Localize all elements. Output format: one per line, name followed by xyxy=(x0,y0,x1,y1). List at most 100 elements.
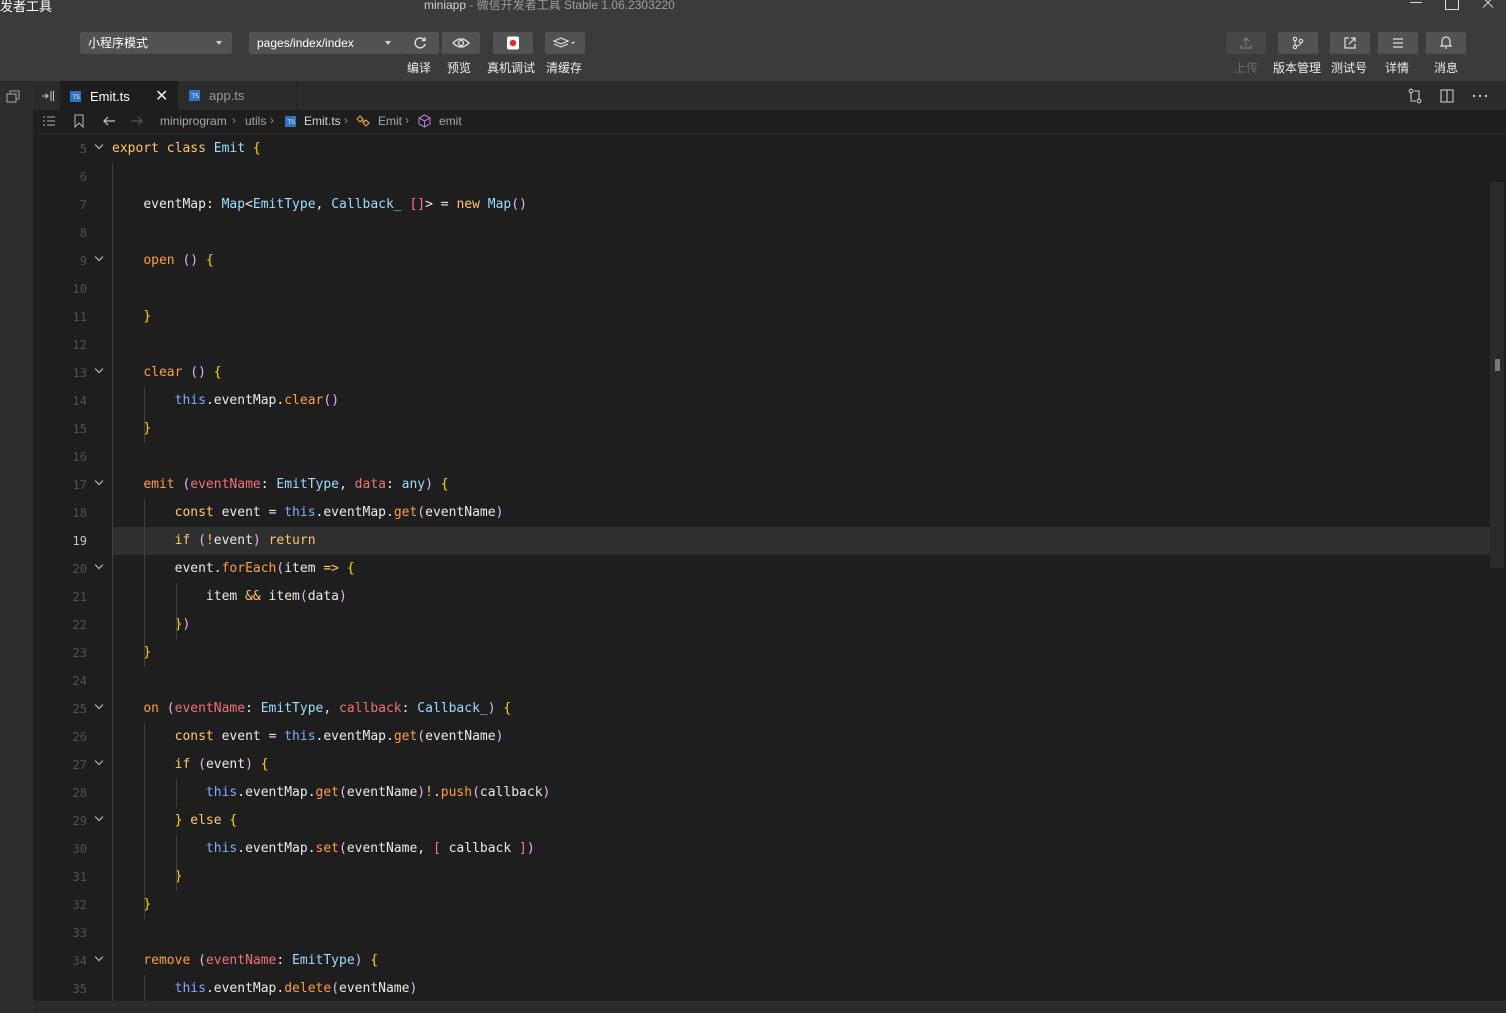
code-line[interactable]: export class Emit { xyxy=(112,135,1492,163)
fold-chevron-icon[interactable] xyxy=(95,814,103,822)
minimize-button[interactable] xyxy=(1406,0,1426,13)
chevron-right-icon: › xyxy=(405,113,409,127)
fold-chevron-icon[interactable] xyxy=(95,142,103,150)
close-icon[interactable]: ✕ xyxy=(155,82,168,111)
eye-icon xyxy=(452,38,470,48)
code-line[interactable]: this.eventMap.delete(eventName) xyxy=(112,975,1492,1001)
code-line[interactable]: const event = this.eventMap.get(eventNam… xyxy=(112,723,1492,751)
scroll-thumb[interactable] xyxy=(1495,359,1500,371)
code-line[interactable]: event.forEach(item => { xyxy=(112,555,1492,583)
code-line[interactable] xyxy=(112,443,1492,471)
details-button[interactable] xyxy=(1378,32,1418,54)
arrow-right-icon[interactable] xyxy=(130,115,144,127)
fold-chevron-icon[interactable] xyxy=(95,702,103,710)
code-line[interactable]: } xyxy=(112,415,1492,443)
messages-button[interactable] xyxy=(1426,32,1466,54)
fold-chevron-icon[interactable] xyxy=(95,562,103,570)
close-window-button[interactable] xyxy=(1478,0,1498,13)
code-editor[interactable]: 5 6 7 8 9 10 11 12 13 14 15 16 17 18 19 20 21 22 23 24 25 26 2… xyxy=(33,134,1506,1001)
code-line[interactable]: if (event) { xyxy=(112,751,1492,779)
code-line[interactable]: this.eventMap.get(eventName)!.push(callb… xyxy=(112,779,1492,807)
window-title: miniapp - 微信开发者工具 Stable 1.06.2303220 xyxy=(424,0,675,13)
bookmark-icon[interactable] xyxy=(73,114,85,128)
test-id-label: 测试号 xyxy=(1331,61,1368,75)
upload-label: 上传 xyxy=(1234,61,1259,75)
split-editor-icon[interactable] xyxy=(1440,89,1454,103)
code-line[interactable]: const event = this.eventMap.get(eventNam… xyxy=(112,499,1492,527)
upload-button[interactable] xyxy=(1226,32,1266,54)
method-icon xyxy=(418,114,431,128)
line-number: 13 xyxy=(72,366,87,380)
compile-button[interactable] xyxy=(401,32,439,54)
mode-select[interactable]: 小程序模式 xyxy=(80,32,232,54)
code-line[interactable]: if (!event) return xyxy=(112,527,1492,555)
code-line[interactable]: } xyxy=(112,639,1492,667)
line-number: 28 xyxy=(72,786,87,800)
code-line[interactable]: clear () { xyxy=(112,359,1492,387)
external-link-icon xyxy=(1344,37,1356,49)
preview-label: 预览 xyxy=(447,61,472,75)
tab-app-ts[interactable]: TS app.ts xyxy=(179,81,297,110)
line-number: 16 xyxy=(72,450,87,464)
messages-label: 消息 xyxy=(1434,61,1459,75)
breadcrumb-folder[interactable]: utils xyxy=(245,114,266,128)
fold-chevron-icon[interactable] xyxy=(95,478,103,486)
clear-cache-button[interactable] xyxy=(545,32,585,54)
code-line[interactable]: } xyxy=(112,891,1492,919)
line-number: 20 xyxy=(72,562,87,576)
fold-chevron-icon[interactable] xyxy=(95,758,103,766)
fold-chevron-icon[interactable] xyxy=(95,366,103,374)
breadcrumb-root[interactable]: miniprogram xyxy=(160,114,227,128)
code-line[interactable] xyxy=(112,331,1492,359)
bell-icon xyxy=(1439,36,1453,49)
code-line[interactable]: this.eventMap.set(eventName, [ callback … xyxy=(112,835,1492,863)
code-line[interactable]: on (eventName: EmitType, callback: Callb… xyxy=(112,695,1492,723)
code-line[interactable]: eventMap: Map<EmitType, Callback_ []> = … xyxy=(112,191,1492,219)
code-line[interactable]: } xyxy=(112,863,1492,891)
line-number: 27 xyxy=(72,758,87,772)
breadcrumb-class[interactable]: Emit xyxy=(378,114,402,128)
code-line[interactable]: } else { xyxy=(112,807,1492,835)
page-select[interactable]: pages/index/index xyxy=(249,32,401,54)
layers-icon xyxy=(553,37,575,48)
branch-icon xyxy=(1292,36,1304,50)
fold-chevron-icon[interactable] xyxy=(95,954,103,962)
code-line[interactable]: emit (eventName: EmitType, data: any) { xyxy=(112,471,1492,499)
code-line[interactable]: remove (eventName: EmitType) { xyxy=(112,947,1492,975)
chevron-right-icon: › xyxy=(344,113,348,127)
preview-button[interactable] xyxy=(442,32,480,54)
windows-icon[interactable] xyxy=(6,90,20,104)
collapse-sidebar-icon[interactable] xyxy=(41,90,55,102)
breadcrumb-method[interactable]: emit xyxy=(439,114,462,128)
code-line[interactable] xyxy=(112,667,1492,695)
line-number: 22 xyxy=(72,618,87,632)
typescript-file-icon: TS xyxy=(189,90,200,101)
class-icon xyxy=(356,115,370,127)
line-number: 29 xyxy=(72,814,87,828)
line-number: 25 xyxy=(72,702,87,716)
scrollbar[interactable] xyxy=(1490,182,1504,568)
chevron-right-icon: › xyxy=(270,113,274,127)
version-button[interactable] xyxy=(1278,32,1318,54)
code-line[interactable] xyxy=(112,163,1492,191)
code-line[interactable] xyxy=(112,275,1492,303)
code-line[interactable]: open () { xyxy=(112,247,1492,275)
list-icon[interactable] xyxy=(42,115,56,127)
breadcrumb-file[interactable]: Emit.ts xyxy=(304,114,341,128)
maximize-button[interactable] xyxy=(1442,0,1462,13)
test-id-button[interactable] xyxy=(1330,32,1370,54)
more-actions-icon[interactable] xyxy=(1472,94,1488,98)
line-number: 24 xyxy=(72,674,87,688)
phone-record-icon xyxy=(507,36,519,50)
code-line[interactable]: } xyxy=(112,303,1492,331)
remote-debug-button[interactable] xyxy=(493,32,533,54)
code-line[interactable]: }) xyxy=(112,611,1492,639)
code-line[interactable]: item && item(data) xyxy=(112,583,1492,611)
tab-emit-ts[interactable]: TS Emit.ts ✕ xyxy=(60,81,178,110)
code-line[interactable]: this.eventMap.clear() xyxy=(112,387,1492,415)
fold-chevron-icon[interactable] xyxy=(95,254,103,262)
code-line[interactable] xyxy=(112,219,1492,247)
compare-changes-icon[interactable] xyxy=(1407,88,1423,104)
arrow-left-icon[interactable] xyxy=(102,115,116,127)
code-line[interactable] xyxy=(112,919,1492,947)
